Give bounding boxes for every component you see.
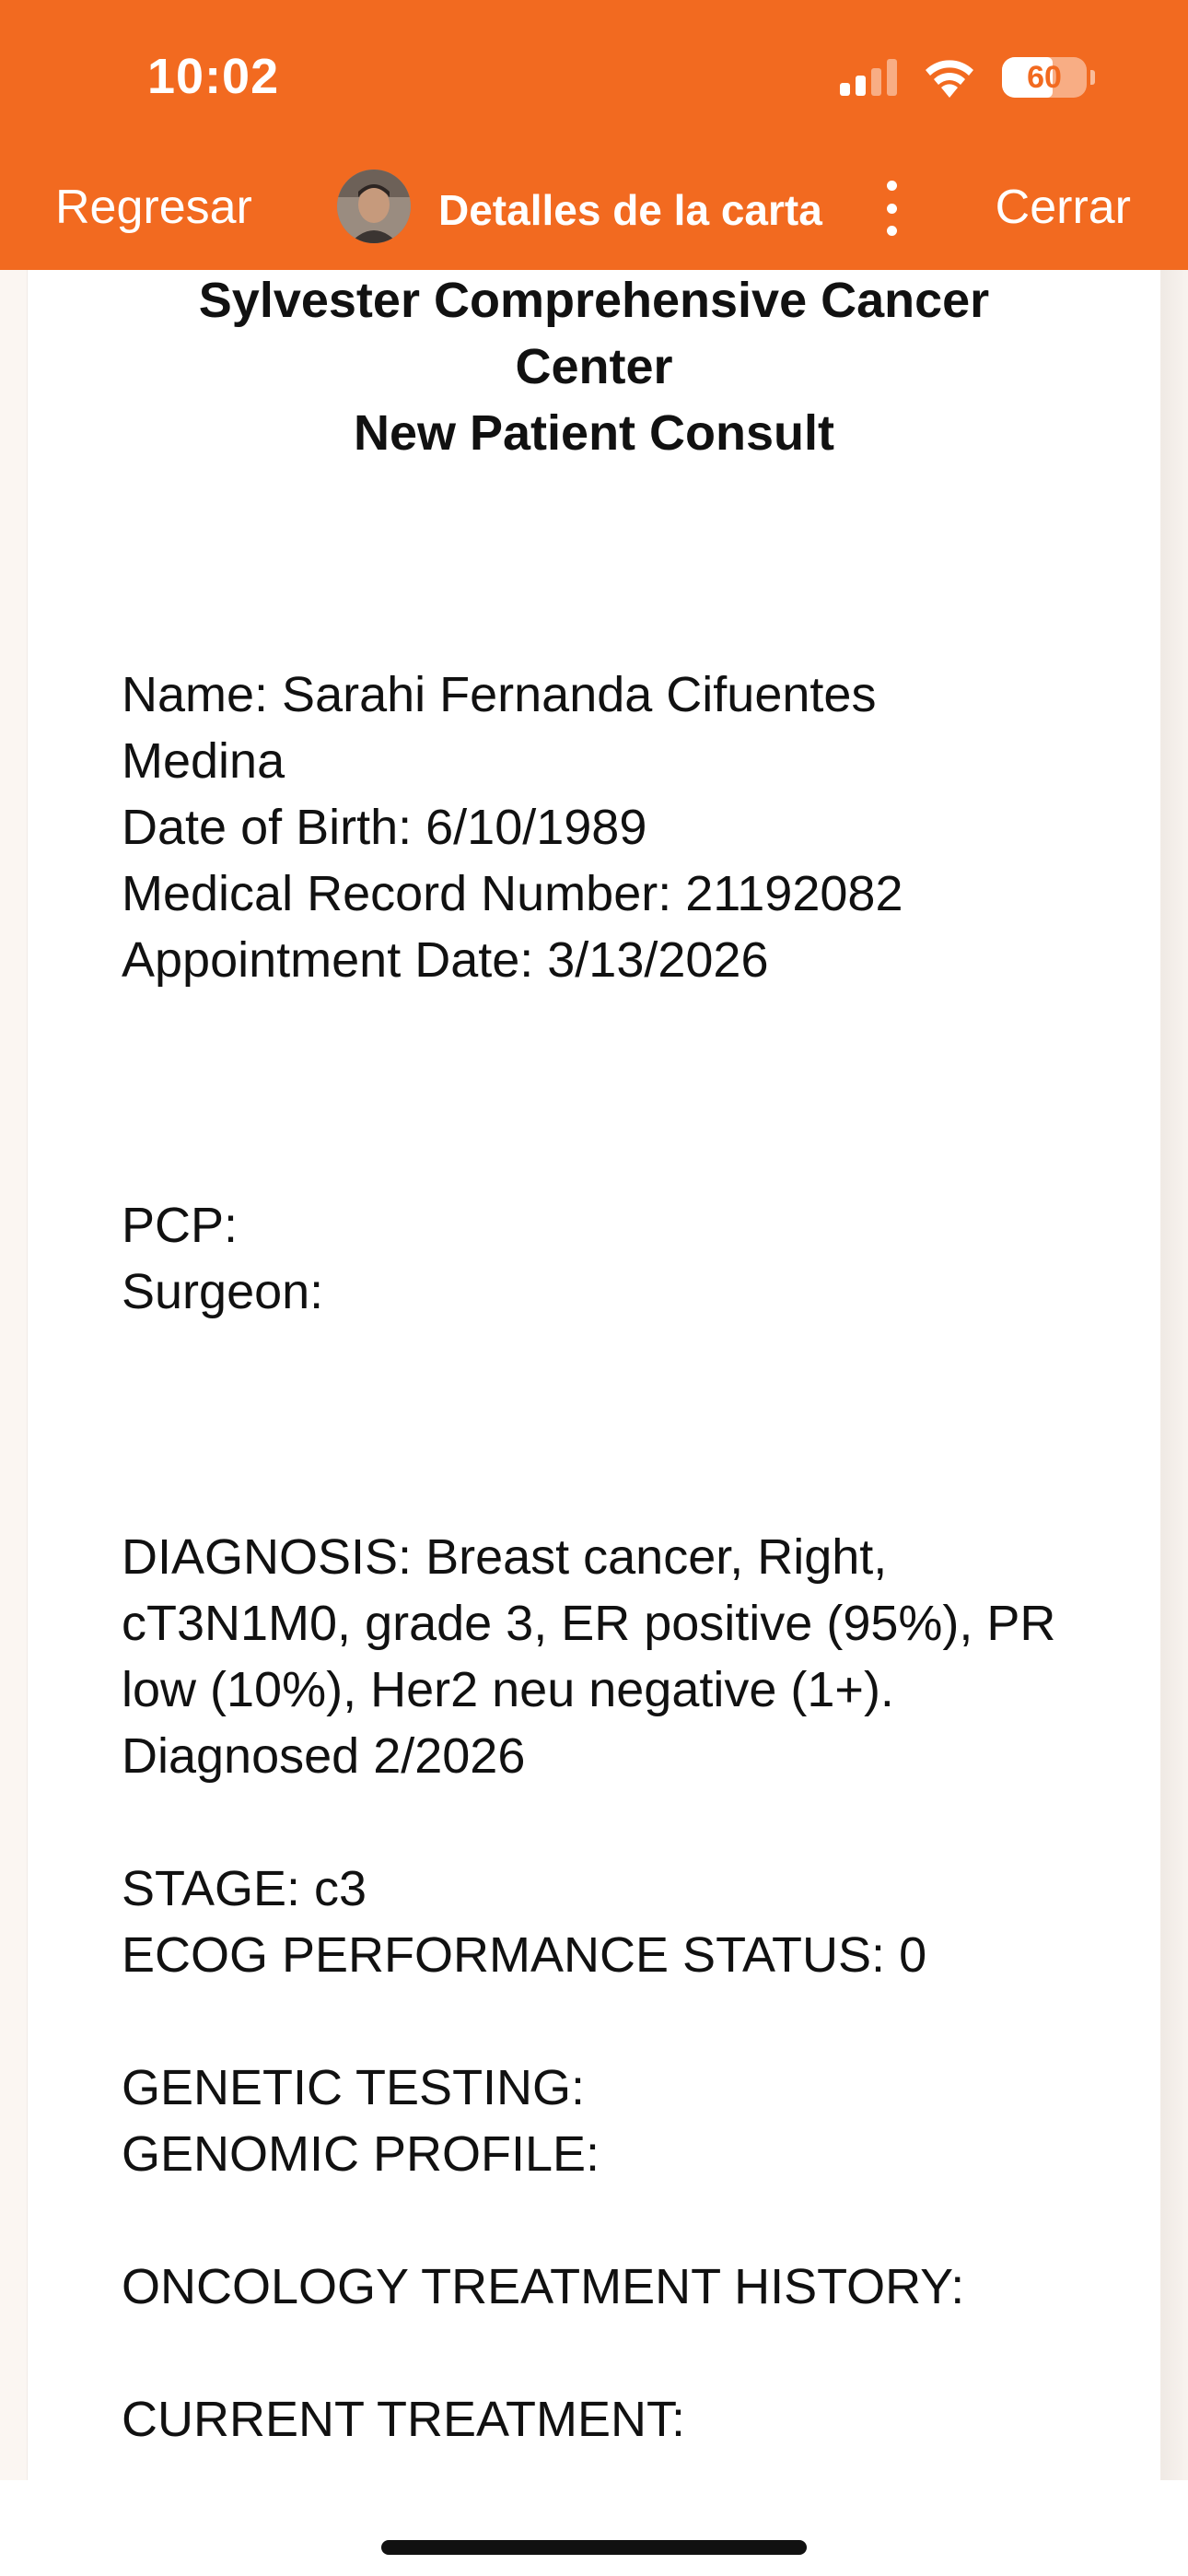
cellular-signal-icon [840, 59, 897, 96]
nav-title: Detalles de la carta [438, 186, 822, 234]
ecog-status: ECOG PERFORMANCE STATUS: 0 [122, 1927, 927, 1983]
care-team-block: PCP: Surgeon: [122, 1192, 1089, 1325]
document-subtitle: New Patient Consult [353, 405, 835, 461]
diagnosis-block: DIAGNOSIS: Breast cancer, Right, cT3N1M0… [122, 1524, 1089, 1789]
bottom-safe-area [0, 2480, 1188, 2576]
back-button[interactable]: Regresar [55, 180, 252, 235]
avatar-image [337, 170, 411, 243]
patient-name-continued: Medina [122, 733, 285, 789]
genetic-testing: GENETIC TESTING: [122, 2060, 586, 2115]
home-indicator[interactable] [381, 2540, 807, 2555]
pcp-label: PCP: [122, 1198, 239, 1253]
status-icons: 60 [840, 57, 1095, 98]
screen: Sylvester Comprehensive Cancer Center Ne… [0, 0, 1188, 2576]
app-header: 10:02 60 Regresar Detalles de la carta C… [0, 0, 1188, 270]
stage: STAGE: c3 [122, 1861, 367, 1916]
battery-level: 60 [1027, 60, 1062, 95]
diagnosis-line: Diagnosed 2/2026 [122, 1728, 526, 1784]
genomic-profile: GENOMIC PROFILE: [122, 2126, 600, 2182]
current-treatment: CURRENT TREATMENT: [122, 2392, 686, 2447]
date-of-birth: Date of Birth: 6/10/1989 [122, 800, 647, 855]
more-vertical-icon[interactable] [880, 181, 903, 236]
genetics-block: GENETIC TESTING: GENOMIC PROFILE: [122, 2055, 1089, 2187]
avatar[interactable] [337, 170, 411, 243]
stage-block: STAGE: c3 ECOG PERFORMANCE STATUS: 0 [122, 1856, 1089, 1988]
patient-name: Name: Sarahi Fernanda Cifuentes [122, 667, 877, 722]
document-title-line: Center [515, 339, 673, 394]
sheet-edge-shadow [1160, 270, 1188, 2481]
surgeon-label: Surgeon: [122, 1264, 324, 1319]
appointment-date: Appointment Date: 3/13/2026 [122, 932, 769, 988]
status-time: 10:02 [147, 49, 280, 104]
battery-icon: 60 [1002, 57, 1095, 98]
diagnosis-line: cT3N1M0, grade 3, ER positive (95%), PR [122, 1596, 1056, 1651]
document-title-line: Sylvester Comprehensive Cancer [198, 273, 990, 328]
close-button[interactable]: Cerrar [996, 180, 1131, 235]
medical-record-number: Medical Record Number: 21192082 [122, 866, 903, 921]
patient-info-block: Name: Sarahi Fernanda Cifuentes Medina D… [122, 662, 1089, 993]
diagnosis-line: DIAGNOSIS: Breast cancer, Right, [122, 1529, 888, 1585]
wifi-icon [926, 60, 973, 98]
oncology-history: ONCOLOGY TREATMENT HISTORY: [122, 2259, 965, 2314]
diagnosis-line: low (10%), Her2 neu negative (1+). [122, 1662, 894, 1717]
document-title: Sylvester Comprehensive Cancer Center Ne… [28, 267, 1160, 466]
